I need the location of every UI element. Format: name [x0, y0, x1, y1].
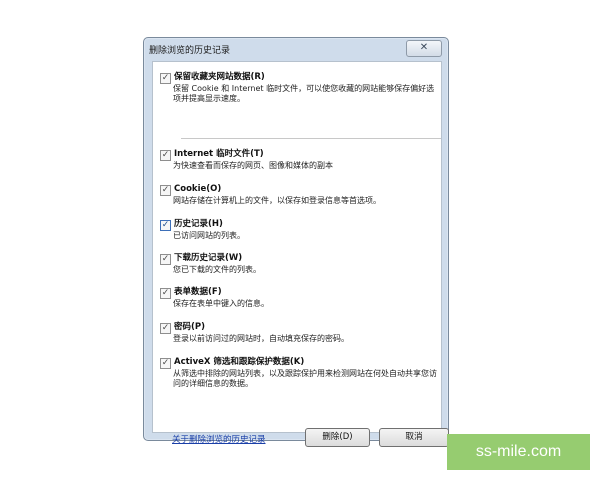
option-description: 保留 Cookie 和 Internet 临时文件，可以使您收藏的网站能够保存偏… — [173, 84, 435, 103]
option-label: 表单数据(F) — [174, 287, 222, 297]
option-form-data: ✓ 表单数据(F) 保存在表单中键入的信息。 — [160, 287, 438, 309]
option-temporary-internet-files: ✓ Internet 临时文件(T) 为快速查看而保存的网页、图像和媒体的副本 — [160, 149, 438, 171]
delete-button[interactable]: 删除(D) — [305, 428, 370, 447]
option-label: Cookie(O) — [174, 184, 222, 194]
delete-browsing-history-dialog: 删除浏览的历史记录 ✕ ✓ 保留收藏夹网站数据(R) 保留 Cookie 和 I… — [143, 37, 449, 447]
checkbox-temporary-internet-files[interactable]: ✓ — [160, 150, 171, 161]
option-label: 密码(P) — [174, 322, 205, 332]
option-cookies: ✓ Cookie(O) 网站存储在计算机上的文件，以保存如登录信息等首选项。 — [160, 184, 438, 206]
checkbox-history[interactable]: ✓ — [160, 220, 171, 231]
option-description: 为快速查看而保存的网页、图像和媒体的副本 — [173, 161, 333, 170]
checkbox-passwords[interactable]: ✓ — [160, 323, 171, 334]
close-button[interactable]: ✕ — [406, 40, 442, 57]
option-description: 从筛选中排除的网站列表，以及跟踪保护用来检测网站在何处自动共享您访问的详细信息的… — [173, 369, 437, 388]
option-label: Internet 临时文件(T) — [174, 149, 264, 159]
divider — [181, 138, 441, 139]
option-passwords: ✓ 密码(P) 登录以前访问过的网站时，自动填充保存的密码。 — [160, 322, 438, 344]
option-preserve-favorites: ✓ 保留收藏夹网站数据(R) 保留 Cookie 和 Internet 临时文件… — [160, 72, 438, 104]
close-icon: ✕ — [419, 42, 429, 53]
title-bar: 删除浏览的历史记录 ✕ — [144, 38, 448, 60]
dialog-title: 删除浏览的历史记录 — [149, 46, 231, 56]
checkbox-download-history[interactable]: ✓ — [160, 254, 171, 265]
checkbox-preserve-favorites[interactable]: ✓ — [160, 73, 171, 84]
option-description: 保存在表单中键入的信息。 — [173, 299, 269, 308]
dialog-content: ✓ 保留收藏夹网站数据(R) 保留 Cookie 和 Internet 临时文件… — [152, 61, 449, 447]
option-label: ActiveX 筛选和跟踪保护数据(K) — [174, 357, 305, 367]
option-download-history: ✓ 下载历史记录(W) 您已下载的文件的列表。 — [160, 253, 438, 275]
option-description: 您已下载的文件的列表。 — [173, 265, 261, 274]
checkbox-form-data[interactable]: ✓ — [160, 288, 171, 299]
option-label: 历史记录(H) — [174, 219, 223, 229]
option-history: ✓ 历史记录(H) 已访问网站的列表。 — [160, 219, 438, 241]
option-description: 网站存储在计算机上的文件，以保存如登录信息等首选项。 — [173, 196, 381, 205]
about-history-link[interactable]: 关于删除浏览的历史记录 — [172, 433, 266, 445]
checkbox-activex-tracking[interactable]: ✓ — [160, 358, 171, 369]
option-activex-tracking: ✓ ActiveX 筛选和跟踪保护数据(K) 从筛选中排除的网站列表，以及跟踪保… — [160, 357, 438, 389]
option-label: 保留收藏夹网站数据(R) — [174, 72, 265, 82]
option-description: 登录以前访问过的网站时，自动填充保存的密码。 — [173, 334, 349, 343]
checkbox-cookies[interactable]: ✓ — [160, 185, 171, 196]
option-description: 已访问网站的列表。 — [173, 231, 245, 240]
option-label: 下载历史记录(W) — [174, 253, 243, 263]
cancel-button[interactable]: 取消 — [379, 428, 449, 447]
watermark-logo: ss-mile.com — [447, 434, 590, 470]
